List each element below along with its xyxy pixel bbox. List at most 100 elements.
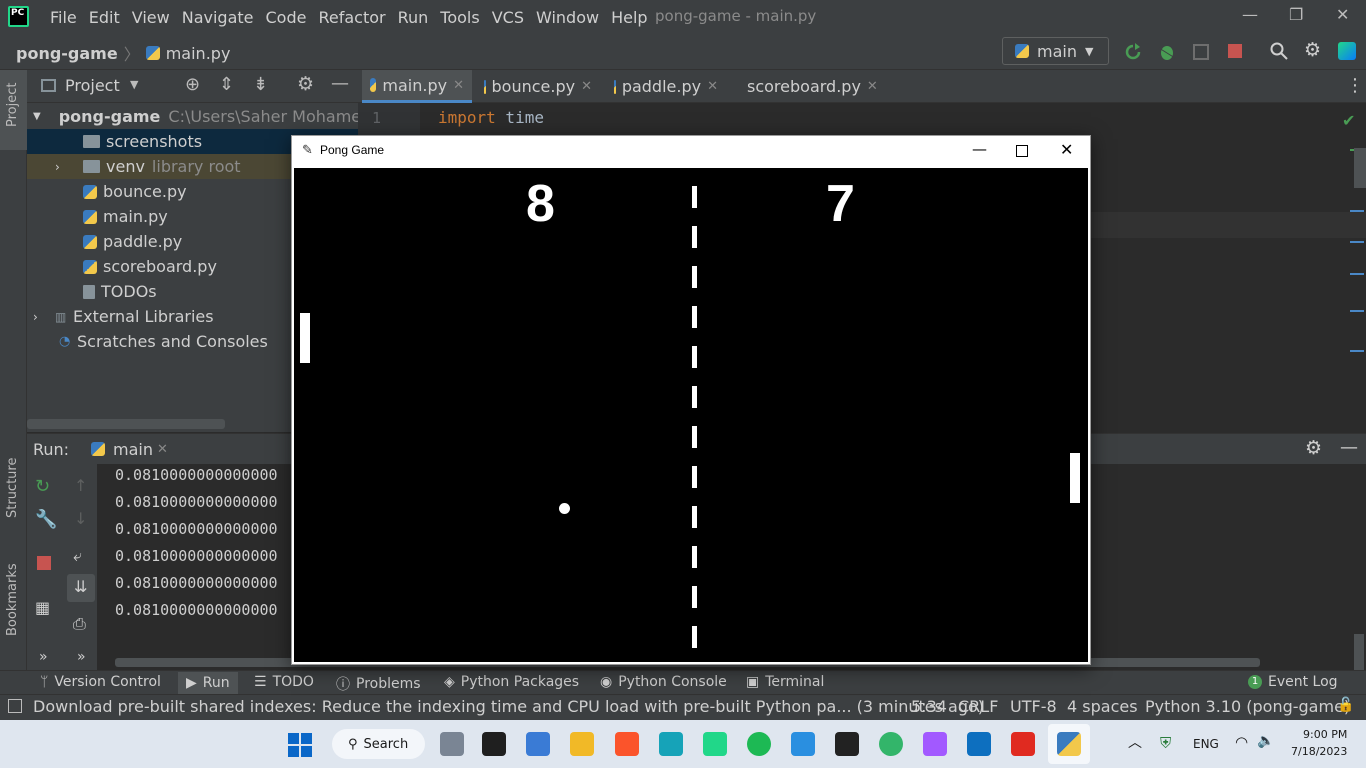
app-icon[interactable]	[791, 732, 815, 756]
more-options-icon[interactable]: ⋮	[1346, 75, 1364, 96]
more-icon[interactable]: »	[39, 649, 48, 665]
vscode-icon[interactable]	[967, 732, 991, 756]
chevron-down-icon[interactable]: ▼	[130, 78, 138, 91]
indent-setting[interactable]: 4 spaces	[1067, 697, 1138, 716]
figma-icon[interactable]	[923, 732, 947, 756]
volume-icon[interactable]: 🔈	[1257, 733, 1274, 749]
print-icon[interactable]: ⎙	[73, 614, 86, 634]
stop-icon[interactable]	[1228, 44, 1242, 58]
breadcrumb-file[interactable]: main.py	[166, 44, 231, 63]
collapse-all-icon[interactable]: ⇟	[253, 74, 268, 95]
editor-scrollbar[interactable]	[1354, 148, 1366, 188]
terminal-app-icon[interactable]	[482, 732, 506, 756]
taskbar-search[interactable]: ⚲ Search	[332, 729, 425, 759]
menu-help[interactable]: Help	[605, 8, 653, 27]
tab-version-control[interactable]: ᛘ Version Control	[40, 674, 161, 690]
maximize-icon[interactable]	[1016, 145, 1028, 157]
options-gear-icon[interactable]: ⚙	[297, 73, 314, 95]
minimize-icon[interactable]: —	[1242, 5, 1258, 24]
file-encoding[interactable]: UTF-8	[1010, 697, 1057, 716]
horizontal-scrollbar[interactable]	[27, 419, 225, 429]
tree-root[interactable]: ▼ pong-game C:\Users\Saher Mohamed	[27, 104, 358, 129]
arrow-up-icon[interactable]: ↑	[74, 476, 87, 495]
breadcrumb-project[interactable]: pong-game	[16, 44, 118, 63]
minimize-icon[interactable]: —	[972, 140, 987, 158]
tab-paddle-py[interactable]: paddle.py ✕	[606, 70, 726, 103]
search-icon[interactable]	[1270, 42, 1288, 60]
close-tab-icon[interactable]: ✕	[453, 78, 464, 93]
hide-panel-icon[interactable]: —	[331, 73, 349, 94]
clock-date[interactable]: 7/18/2023	[1291, 745, 1347, 758]
project-tool-label[interactable]: Project	[5, 83, 20, 127]
layout-icon[interactable]: ▦	[35, 598, 50, 617]
caret-position[interactable]: 5:34	[911, 697, 947, 716]
debug-icon[interactable]	[1158, 42, 1176, 62]
tab-problems[interactable]: ⓘ Problems	[336, 674, 421, 694]
file-explorer-icon[interactable]	[570, 732, 594, 756]
close-tab-icon[interactable]: ✕	[581, 79, 592, 94]
settings-gear-icon[interactable]: ⚙	[1304, 39, 1321, 61]
toggle-tool-windows-icon[interactable]	[8, 699, 22, 713]
lock-icon[interactable]: 🔓	[1337, 697, 1354, 713]
status-message[interactable]: Download pre-built shared indexes: Reduc…	[33, 697, 984, 716]
more-icon[interactable]: »	[77, 649, 86, 665]
close-tab-icon[interactable]: ✕	[707, 79, 718, 94]
stop-icon[interactable]	[37, 556, 51, 570]
close-icon[interactable]: ✕	[1336, 5, 1349, 24]
python-app-icon[interactable]	[1057, 732, 1081, 756]
menu-code[interactable]: Code	[260, 8, 313, 27]
line-separator[interactable]: CRLF	[958, 697, 998, 716]
soft-wrap-icon[interactable]: ⤶	[73, 546, 82, 566]
pong-canvas[interactable]: 8 7	[294, 168, 1088, 662]
console-vertical-scrollbar[interactable]	[1354, 634, 1364, 670]
language-indicator[interactable]: ENG	[1193, 737, 1219, 751]
menu-run[interactable]: Run	[392, 8, 435, 27]
tab-bounce-py[interactable]: bounce.py ✕	[476, 70, 600, 103]
pycharm-app-icon[interactable]	[703, 732, 727, 756]
tab-run[interactable]: ▶ Run	[178, 672, 238, 694]
intellij-icon[interactable]	[835, 732, 859, 756]
locate-file-icon[interactable]: ⊕	[185, 74, 200, 95]
project-view-title[interactable]: Project	[65, 76, 120, 95]
tab-todo[interactable]: ☰ TODO	[254, 674, 314, 690]
run-settings-gear-icon[interactable]: ⚙	[1305, 437, 1322, 459]
close-icon[interactable]: ✕	[1060, 140, 1073, 159]
menu-view[interactable]: View	[126, 8, 176, 27]
menu-vcs[interactable]: VCS	[486, 8, 530, 27]
task-view-icon[interactable]	[440, 732, 464, 756]
event-log[interactable]: 1 Event Log	[1248, 674, 1338, 690]
structure-tool-label[interactable]: Structure	[5, 458, 20, 518]
tab-terminal[interactable]: ▣ Terminal	[746, 674, 824, 690]
tab-python-packages[interactable]: ◈ Python Packages	[444, 674, 579, 690]
chevron-up-icon[interactable]: ︿	[1128, 732, 1142, 752]
menu-window[interactable]: Window	[530, 8, 605, 27]
menu-edit[interactable]: Edit	[83, 8, 126, 27]
restore-icon[interactable]: ❐	[1289, 5, 1303, 24]
store-app-icon[interactable]	[526, 732, 550, 756]
menu-tools[interactable]: Tools	[434, 8, 485, 27]
windows-start-icon[interactable]	[288, 733, 312, 757]
rerun-icon[interactable]	[1124, 43, 1142, 61]
run-tab-main[interactable]: main	[113, 440, 153, 459]
security-shield-icon[interactable]: ⛨	[1160, 734, 1171, 752]
wps-office-icon[interactable]	[1011, 732, 1035, 756]
wifi-icon[interactable]: ◠	[1235, 733, 1248, 751]
tab-scoreboard-py[interactable]: scoreboard.py ✕	[733, 70, 885, 103]
hide-run-panel-icon[interactable]: —	[1340, 437, 1358, 458]
coverage-icon[interactable]	[1192, 43, 1210, 61]
run-configuration-select[interactable]: main ▼	[1002, 37, 1109, 65]
menu-file[interactable]: File	[44, 8, 83, 27]
tab-python-console[interactable]: ◉ Python Console	[600, 674, 727, 690]
brave-browser-icon[interactable]	[615, 732, 639, 756]
close-tab-icon[interactable]: ✕	[157, 442, 168, 457]
rerun-icon[interactable]: ↻	[35, 476, 50, 497]
clock-time[interactable]: 9:00 PM	[1303, 728, 1347, 741]
menu-refactor[interactable]: Refactor	[312, 8, 391, 27]
close-tab-icon[interactable]: ✕	[867, 79, 878, 94]
jetbrains-toolbox-icon[interactable]	[1338, 42, 1356, 60]
expand-all-icon[interactable]: ⇕	[219, 74, 234, 95]
tab-main-py[interactable]: main.py ✕	[362, 70, 472, 103]
interpreter-setting[interactable]: Python 3.10 (pong-game)	[1145, 697, 1350, 716]
arrow-down-icon[interactable]: ↓	[74, 509, 87, 528]
menu-navigate[interactable]: Navigate	[176, 8, 260, 27]
